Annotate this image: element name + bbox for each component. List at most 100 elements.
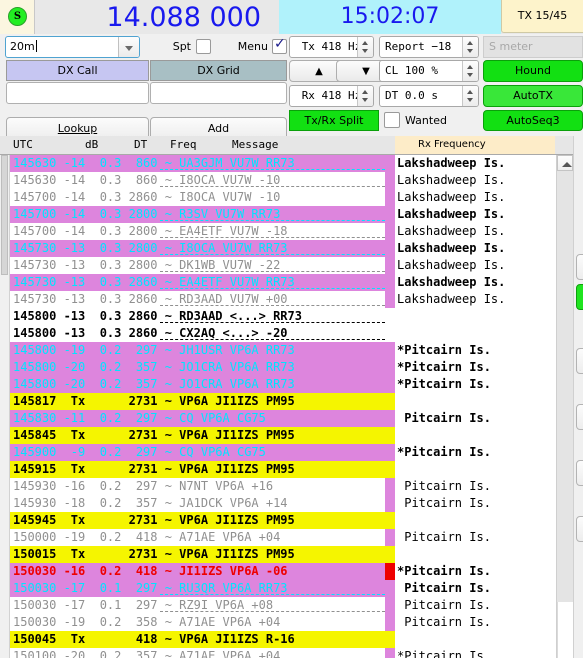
- column-header-dt[interactable]: DT: [134, 138, 147, 151]
- hound-mode-button[interactable]: Hound: [483, 60, 583, 82]
- report-spinbox[interactable]: Report −18: [379, 36, 479, 58]
- edge-button-1[interactable]: [576, 254, 583, 280]
- row-location-text: Lakshadweep Is.: [397, 224, 506, 238]
- table-row[interactable]: 145817 Tx 2731 ~ VP6A JI1IZS PM95: [0, 393, 555, 410]
- tx-period-badge: TX 15/45: [501, 0, 583, 33]
- row-color-band: [385, 597, 395, 614]
- table-row[interactable]: 150030 -19 0.2 358 ~ A71AE VP6A +04 Pitc…: [0, 614, 555, 631]
- table-row[interactable]: 145730 -13 0.3 2860 ~ RD3AAD VU7W +00 Lak…: [0, 291, 555, 308]
- menu-checkbox[interactable]: [272, 36, 287, 54]
- row-location-text: Lakshadweep Is.: [397, 156, 506, 170]
- row-color-band: [385, 155, 395, 172]
- row-color-band: [385, 189, 395, 206]
- scrollbar-track[interactable]: [557, 171, 573, 602]
- call-level-spinbox[interactable]: CL 100 %: [379, 60, 479, 82]
- table-row[interactable]: 150100 -20 0.2 357 ~ A71AE VP6A +04 *Pitc…: [0, 648, 555, 658]
- table-row[interactable]: 150015 Tx 2731 ~ VP6A JI1IZS PM95: [0, 546, 555, 563]
- tx-frequency-spinbox[interactable]: Tx 418 Hz: [289, 36, 374, 58]
- dt-spinbox[interactable]: DT 0.0 s: [379, 85, 479, 107]
- table-row[interactable]: 145830 -11 0.2 297 ~ CQ VP6A CG75 Pitcai…: [0, 410, 555, 427]
- row-underline: [160, 338, 385, 340]
- spot-label: Spt: [172, 40, 191, 53]
- chevron-down-icon[interactable]: [118, 37, 139, 57]
- table-header-row: UTC dB DT Freq Message Rx Frequency: [0, 136, 583, 155]
- table-row[interactable]: 145915 Tx 2731 ~ VP6A JI1IZS PM95: [0, 461, 555, 478]
- row-message-text: 145817 Tx 2731 ~ VP6A JI1IZS PM95: [13, 394, 295, 408]
- row-underline: [160, 185, 385, 187]
- wsjtx-main-window: S 14.088 000 15:02:07 TX 15/45 20m Spt M…: [0, 0, 583, 658]
- table-row[interactable]: 150000 -19 0.2 418 ~ A71AE VP6A +04 Pitc…: [0, 529, 555, 546]
- row-color-band: [385, 223, 395, 240]
- auto-tx-button[interactable]: AutoTX: [483, 85, 583, 107]
- row-color-band: [385, 495, 395, 512]
- table-row[interactable]: 150030 -16 0.2 418 ~ JI1IZS VP6A -06 *Pit…: [0, 563, 555, 580]
- table-row[interactable]: 145945 Tx 2731 ~ VP6A JI1IZS PM95: [0, 512, 555, 529]
- tx-frequency-value: Tx 418 Hz: [301, 40, 362, 53]
- column-header-db[interactable]: dB: [85, 138, 98, 151]
- row-color-band: [385, 274, 395, 291]
- dx-grid-header[interactable]: DX Grid: [150, 60, 287, 81]
- call-level-stepper-icon[interactable]: [462, 61, 478, 81]
- row-message-text: 145830 -11 0.2 297 ~ CQ VP6A CG75: [13, 411, 266, 425]
- table-row[interactable]: 145700 -14 0.3 2860 ~ I8OCA VU7W -10 Laks…: [0, 189, 555, 206]
- row-location-text: *Pitcairn Is.: [397, 649, 491, 658]
- auto-seq-button[interactable]: AutoSeq3: [483, 110, 583, 131]
- edge-button-2[interactable]: [576, 348, 583, 374]
- table-row[interactable]: 145930 -16 0.2 297 ~ N7NT VP6A +16 Pitca…: [0, 478, 555, 495]
- table-row[interactable]: 150045 Tx 418 ~ VP6A JI1IZS R-16: [0, 631, 555, 648]
- dt-stepper-icon[interactable]: [462, 86, 478, 106]
- band-selector-combo[interactable]: 20m: [5, 36, 140, 58]
- status-led-icon: S: [8, 7, 27, 26]
- dx-call-input[interactable]: [6, 82, 149, 104]
- column-header-utc[interactable]: UTC: [13, 138, 33, 151]
- row-color-band: [385, 580, 395, 597]
- table-row[interactable]: 145800 -19 0.2 297 ~ JH1USR VP6A RR73 *Pi…: [0, 342, 555, 359]
- rx-frequency-stepper-icon[interactable]: [357, 86, 373, 106]
- row-color-band: [385, 461, 395, 478]
- table-row[interactable]: 145845 Tx 2731 ~ VP6A JI1IZS PM95: [0, 427, 555, 444]
- table-row[interactable]: 145730 -13 0.3 2800 ~ I8OCA VU7W RR73 Lak…: [0, 240, 555, 257]
- row-message-text: 145800 -19 0.2 297 ~ JH1USR VP6A RR73: [13, 343, 295, 357]
- table-row[interactable]: 150030 -17 0.1 297 ~ RU3QR VP6A RR73 Pit…: [0, 580, 555, 597]
- column-header-freq[interactable]: Freq: [170, 138, 197, 151]
- dx-grid-input[interactable]: [150, 82, 287, 104]
- table-row[interactable]: 145800 -13 0.3 2860 ~ RD3AAD <...> RR73: [0, 308, 555, 325]
- table-row[interactable]: 145930 -18 0.2 357 ~ JA1DCK VP6A +14 Pit…: [0, 495, 555, 512]
- table-row[interactable]: 145900 -9 0.2 297 ~ CQ VP6A CG75 *Pitcair…: [0, 444, 555, 461]
- table-row[interactable]: 145630 -14 0.3 860 ~ UA3GJM VU7W RR73 Lak…: [0, 155, 555, 172]
- report-stepper-icon[interactable]: [462, 37, 478, 57]
- rx-frequency-spinbox[interactable]: Rx 418 Hz: [289, 85, 374, 107]
- decodes-row-list[interactable]: 145630 -14 0.3 860 ~ UA3GJM VU7W RR73 Lak…: [0, 155, 555, 658]
- call-level-value: CL 100 %: [385, 64, 438, 77]
- edge-button-5[interactable]: [576, 516, 583, 542]
- row-location-text: Lakshadweep Is.: [397, 190, 506, 204]
- row-location-text: Pitcairn Is.: [397, 530, 491, 544]
- table-row[interactable]: 145630 -14 0.3 860 ~ I8OCA VU7W -10 Laksh…: [0, 172, 555, 189]
- edge-button-4[interactable]: [576, 460, 583, 486]
- column-header-message[interactable]: Message: [232, 138, 278, 151]
- tx-rx-split-button[interactable]: Tx/Rx Split: [289, 110, 379, 131]
- table-vertical-scrollbar[interactable]: [556, 155, 573, 658]
- tx-frequency-stepper-icon[interactable]: [357, 37, 373, 57]
- row-message-text: 145800 -20 0.2 357 ~ JO1CRA VP6A RR73: [13, 360, 295, 374]
- table-row[interactable]: 145800 -20 0.2 357 ~ JO1CRA VP6A RR73 *Pi…: [0, 376, 555, 393]
- table-row[interactable]: 145730 -13 0.3 2860 ~ EA4ETF VU7W RR73 La…: [0, 274, 555, 291]
- wanted-checkbox[interactable]: [384, 112, 400, 128]
- spot-checkbox[interactable]: [196, 39, 211, 54]
- table-row[interactable]: 150030 -17 0.1 297 ~ RZ9I VP6A +08 Pitca…: [0, 597, 555, 614]
- scrollbar-tail: [557, 602, 573, 658]
- table-row[interactable]: 145700 -14 0.3 2800 ~ EA4ETF VU7W -18 Lak…: [0, 223, 555, 240]
- scroll-up-arrow-icon[interactable]: [557, 155, 573, 171]
- frequency-display[interactable]: 14.088 000: [36, 0, 279, 34]
- table-row[interactable]: 145800 -20 0.2 357 ~ JO1CRA VP6A RR73 *Pi…: [0, 359, 555, 376]
- row-location-text: Pitcairn Is.: [397, 411, 491, 425]
- table-row[interactable]: 145800 -13 0.3 2860 ~ CX2AQ <...> -20: [0, 325, 555, 342]
- table-row[interactable]: 145700 -14 0.3 2800 ~ R3SV VU7W RR73 Laks…: [0, 206, 555, 223]
- table-row[interactable]: 145730 -13 0.3 2800 ~ DK1WB VU7W -22 Laks…: [0, 257, 555, 274]
- dx-call-header[interactable]: DX Call: [6, 60, 149, 81]
- row-color-band: [385, 359, 395, 376]
- row-message-text: 145845 Tx 2731 ~ VP6A JI1IZS PM95: [13, 428, 295, 442]
- edge-button-3[interactable]: [576, 404, 583, 430]
- edge-button-green[interactable]: [576, 284, 583, 310]
- clock-value: 15:02:07: [340, 4, 440, 29]
